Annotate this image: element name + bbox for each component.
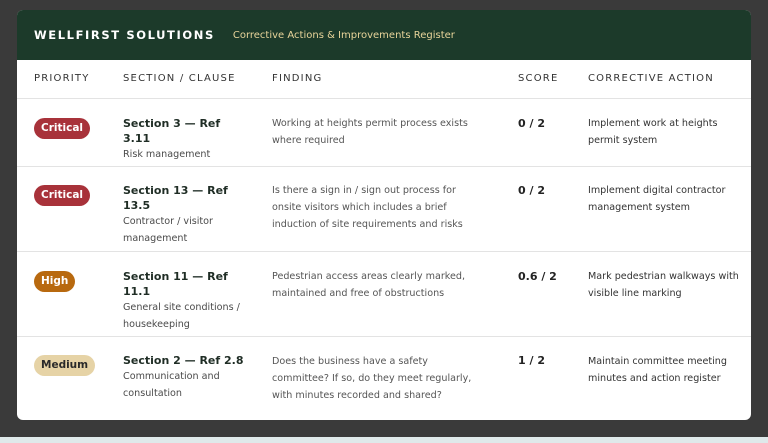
priority-badge: Critical <box>34 185 91 206</box>
score-value: 0 / 2 <box>518 117 545 130</box>
table-row[interactable]: Critical Section 13 — Ref 13.5 Contracto… <box>17 167 751 252</box>
section-title: Section 2 — Ref 2.8 <box>123 354 244 367</box>
section-subtitle: Contractor / visitor management <box>123 216 213 244</box>
col-finding: FINDING <box>272 73 323 84</box>
priority-badge: Medium <box>34 355 96 376</box>
corrective-action: Mark pedestrian walkways with visible li… <box>588 271 739 299</box>
window-bottom-edge <box>0 437 768 443</box>
col-action: CORRECTIVE ACTION <box>588 73 714 84</box>
section-title: Section 11 — Ref 11.1 <box>123 270 228 298</box>
section-subtitle: Communication and consultation <box>123 371 220 399</box>
finding-text: Pedestrian access areas clearly marked, … <box>272 271 466 299</box>
col-score: SCORE <box>518 73 559 84</box>
priority-badge: High <box>34 271 76 292</box>
brand-name: WELLFIRST SOLUTIONS <box>34 28 215 42</box>
priority-badge: Critical <box>34 118 91 139</box>
page-subtitle: Corrective Actions & Improvements Regist… <box>232 29 455 41</box>
corrective-action: Implement digital contractor management … <box>588 185 726 213</box>
score-value: 1 / 2 <box>518 354 545 367</box>
table-row[interactable]: Critical Section 3 — Ref 3.11 Risk manag… <box>17 99 751 167</box>
score-value: 0 / 2 <box>518 184 545 197</box>
col-priority: PRIORITY <box>34 73 90 84</box>
corrective-action: Implement work at heights permit system <box>588 118 718 146</box>
corrective-action: Maintain committee meeting minutes and a… <box>588 356 727 384</box>
finding-text: Does the business have a safety committe… <box>272 356 472 401</box>
table-row[interactable]: High Section 11 — Ref 11.1 General site … <box>17 252 751 337</box>
section-title: Section 3 — Ref 3.11 <box>123 117 221 145</box>
register-card: WELLFIRST SOLUTIONS Corrective Actions &… <box>17 10 751 420</box>
section-subtitle: General site conditions / housekeeping <box>123 302 240 330</box>
score-value: 0.6 / 2 <box>518 270 557 283</box>
table-row[interactable]: Medium Section 2 — Ref 2.8 Communication… <box>17 337 751 420</box>
finding-text: Is there a sign in / sign out process fo… <box>272 185 463 230</box>
header-bar: WELLFIRST SOLUTIONS Corrective Actions &… <box>17 10 751 60</box>
col-section: SECTION / CLAUSE <box>123 73 236 84</box>
section-title: Section 13 — Ref 13.5 <box>123 184 228 212</box>
section-subtitle: Risk management <box>123 149 211 160</box>
table-header: PRIORITY SECTION / CLAUSE FINDING SCORE … <box>17 60 751 99</box>
finding-text: Working at heights permit process exists… <box>272 118 468 146</box>
